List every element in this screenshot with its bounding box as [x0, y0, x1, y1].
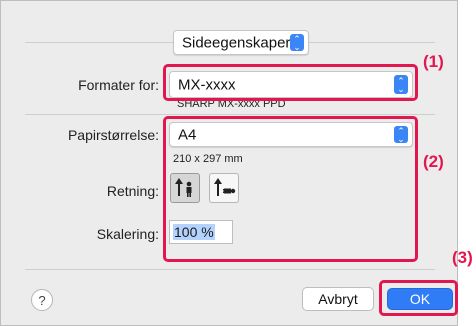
callout-label-1: (1): [423, 52, 444, 71]
printer-ppd-text: SHARP MX-xxxx PPD: [177, 100, 286, 109]
help-button[interactable]: ?: [31, 289, 53, 311]
scale-label: Skalering:: [96, 226, 159, 242]
callout-box-2: [163, 116, 418, 262]
middle-separator: [25, 114, 435, 115]
callout-label-3: (3): [452, 248, 473, 267]
cancel-button[interactable]: Avbryt: [302, 287, 374, 311]
callout-label-2: (2): [423, 152, 444, 171]
callout-box-1: [163, 64, 418, 101]
callout-box-3: [379, 280, 458, 316]
bottom-separator: [25, 269, 435, 270]
page-attributes-popup-label: Sideegenskaper: [182, 34, 291, 51]
format-for-label: Formater for:: [78, 77, 159, 93]
page-attributes-popup[interactable]: Sideegenskaper ⌃ ⌄: [173, 30, 309, 55]
orientation-label: Retning:: [106, 183, 159, 199]
popup-stepper-icon: ⌃ ⌄: [290, 34, 304, 51]
paper-size-label: Papirstørrelse:: [67, 127, 159, 143]
